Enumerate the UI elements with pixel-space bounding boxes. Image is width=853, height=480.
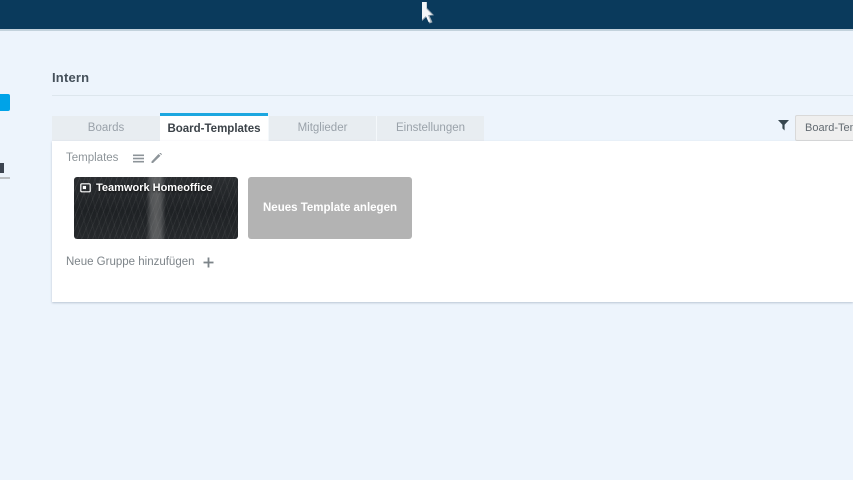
page-title: Intern <box>52 70 90 85</box>
top-title-bar <box>0 0 853 31</box>
mouse-cursor-icon <box>422 2 434 24</box>
board-templates-panel: Templates Teamwork Homeoffice Neues Temp… <box>52 141 853 302</box>
board-template-filter-input[interactable] <box>795 115 853 141</box>
add-template-label: Neues Template anlegen <box>263 202 397 214</box>
tab-board-templates[interactable]: Board-Templates <box>160 113 268 141</box>
sidebar-item-fragment <box>0 163 4 173</box>
tab-mitglieder[interactable]: Mitglieder <box>268 116 376 141</box>
board-icon <box>80 182 91 192</box>
templates-section-label: Templates <box>66 152 119 164</box>
tab-bar: Boards Board-Templates Mitglieder Einste… <box>52 113 484 141</box>
add-template-button[interactable]: Neues Template anlegen <box>248 177 412 239</box>
edit-pencil-icon[interactable] <box>150 152 163 164</box>
sidebar-divider-fragment <box>0 177 10 179</box>
header-divider <box>52 95 853 96</box>
add-group-label: Neue Gruppe hinzufügen <box>66 256 195 268</box>
tab-boards[interactable]: Boards <box>52 116 160 141</box>
add-group-button[interactable]: Neue Gruppe hinzufügen <box>66 256 214 268</box>
templates-section-header: Templates <box>66 151 168 165</box>
group-menu-icon[interactable] <box>132 153 145 164</box>
template-card-header: Teamwork Homeoffice <box>74 177 238 199</box>
template-card-title: Teamwork Homeoffice <box>96 182 213 194</box>
tab-einstellungen[interactable]: Einstellungen <box>376 116 484 141</box>
plus-icon <box>203 257 214 267</box>
sidebar-active-indicator[interactable] <box>0 94 10 111</box>
funnel-filter-icon[interactable] <box>778 120 789 131</box>
template-card-teamwork-homeoffice[interactable]: Teamwork Homeoffice <box>74 177 238 239</box>
